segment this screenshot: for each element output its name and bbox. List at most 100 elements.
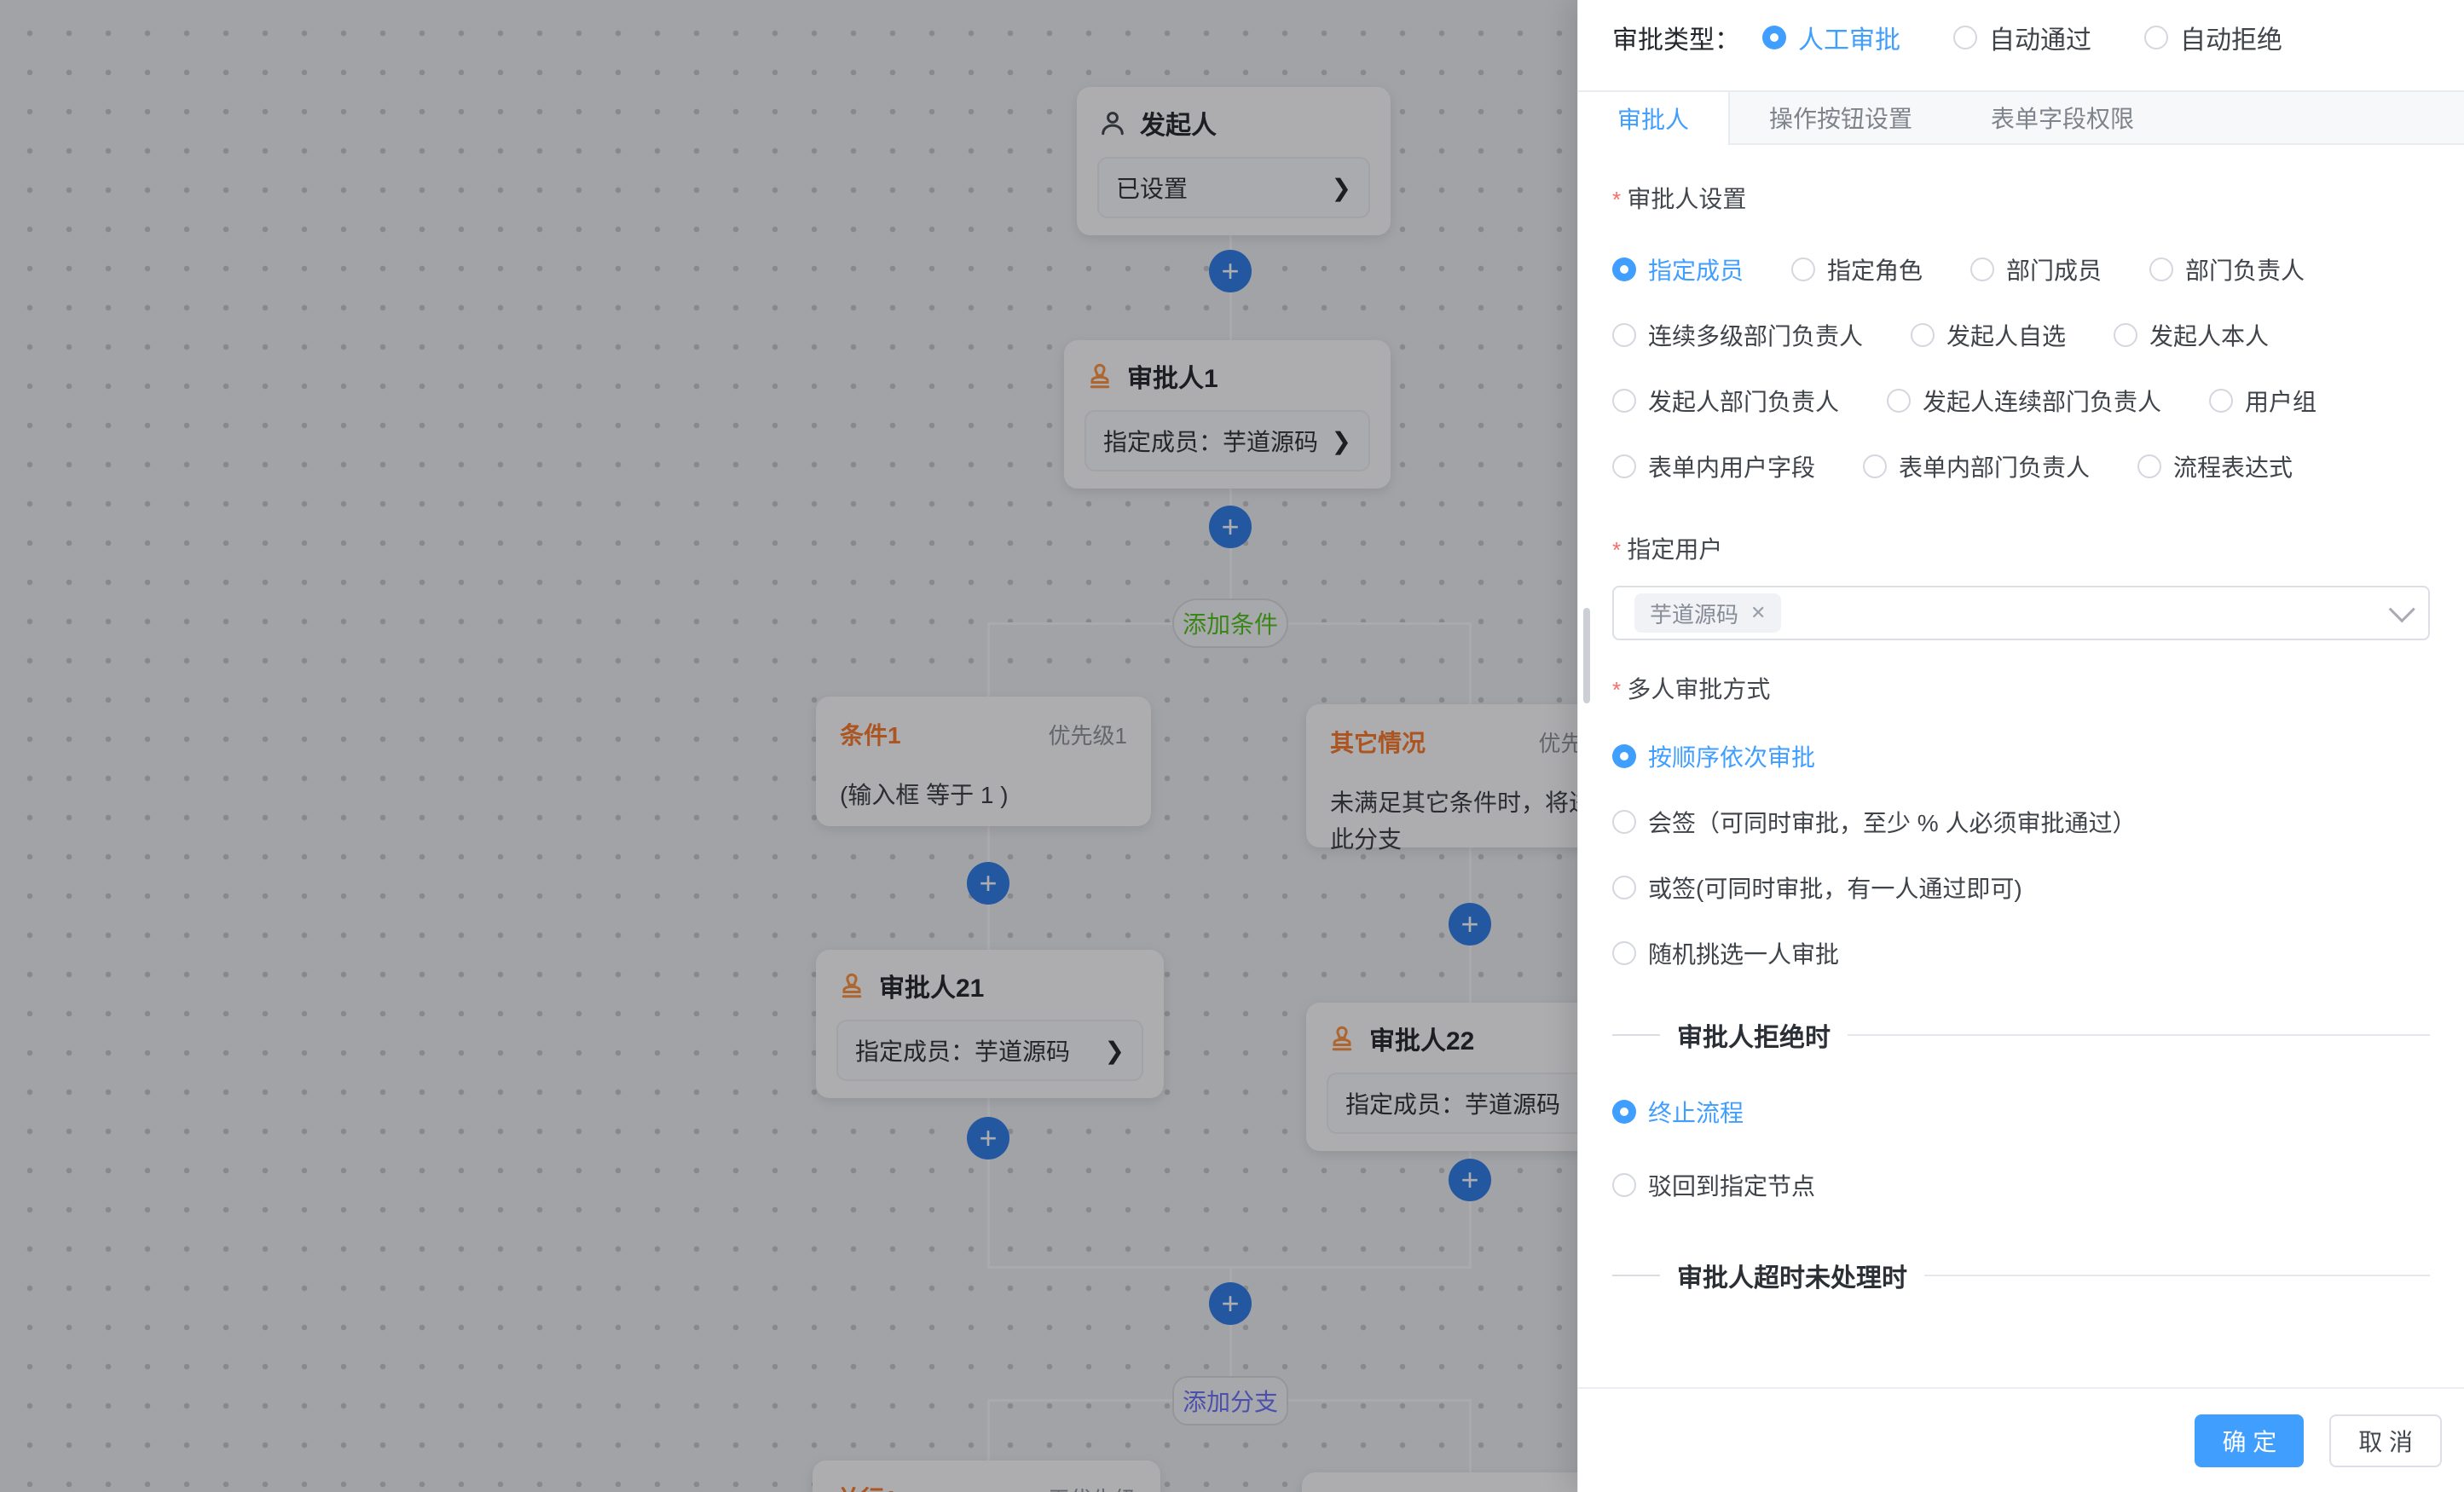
config-tab[interactable]: 操作按钮设置 [1730, 92, 1952, 143]
divider-line [1924, 1275, 2430, 1276]
radio-circle-icon [1612, 454, 1636, 478]
radio-label: 自动通过 [1989, 19, 2091, 56]
multi-approve-radio-group: 按顺序依次审批 会签（可同时审批，至少 % 人必须审批通过） 或签(可同时审批，… [1612, 739, 2430, 970]
radio-circle-icon [1612, 1173, 1636, 1197]
confirm-button[interactable]: 确 定 [2195, 1414, 2304, 1467]
tab-label: 操作按钮设置 [1769, 101, 1912, 135]
radio-label: 表单内部门负责人 [1899, 449, 2090, 483]
radio-label: 按顺序依次审批 [1648, 739, 1815, 773]
radio-circle-icon [1953, 26, 1977, 49]
panel-footer: 确 定 取 消 [1578, 1387, 2464, 1492]
approver-setting-option[interactable]: 部门成员 [1970, 252, 2102, 286]
approver-setting-option[interactable]: 发起人连续部门负责人 [1887, 384, 2161, 418]
timeout-section-divider: 审批人超时未处理时 [1612, 1257, 2430, 1294]
multi-approve-option[interactable]: 按顺序依次审批 [1612, 739, 2430, 773]
radio-label: 自动拒绝 [2180, 19, 2282, 56]
radio-circle-icon [1911, 323, 1935, 347]
radio-circle-icon [2144, 26, 2168, 49]
divider-line [1848, 1034, 2430, 1036]
radio-circle-icon [1970, 257, 1994, 281]
approver-setting-option[interactable]: 发起人自选 [1911, 318, 2066, 352]
radio-circle-icon [1612, 257, 1636, 281]
radio-label: 发起人自选 [1946, 318, 2066, 352]
radio-circle-icon [1863, 454, 1887, 478]
approver-setting-option[interactable]: 用户组 [2209, 384, 2317, 418]
radio-circle-icon [2209, 389, 2233, 413]
assign-user-select[interactable]: 芋道源码 ✕ [1612, 586, 2430, 640]
reject-option[interactable]: 驳回到指定节点 [1612, 1168, 2430, 1202]
approval-type-radio-group: 人工审批 自动通过 自动拒绝 [1762, 19, 2282, 56]
timeout-section-title: 审批人超时未处理时 [1677, 1257, 1907, 1294]
radio-circle-icon [2149, 257, 2173, 281]
radio-circle-icon [1612, 323, 1636, 347]
radio-label: 会签（可同时审批，至少 % 人必须审批通过） [1648, 805, 2136, 839]
divider-line [1612, 1275, 1660, 1276]
radio-label: 驳回到指定节点 [1648, 1168, 1815, 1202]
config-tab[interactable]: 表单字段权限 [1952, 92, 2173, 143]
approver-setting-option[interactable]: 表单内用户字段 [1612, 449, 1815, 483]
approver-setting-row3: 发起人部门负责人 发起人连续部门负责人 用户组 [1612, 384, 2430, 418]
approver-setting-option[interactable]: 指定成员 [1612, 252, 1744, 286]
tab-label: 审批人 [1617, 101, 1689, 136]
radio-label: 指定成员 [1648, 252, 1744, 286]
chevron-down-icon [2389, 596, 2415, 622]
config-tabs: 审批人 操作按钮设置 表单字段权限 [1578, 90, 2464, 145]
radio-label: 随机挑选一人审批 [1648, 936, 1839, 970]
radio-label: 连续多级部门负责人 [1648, 318, 1863, 352]
radio-circle-icon [2137, 454, 2161, 478]
approval-type-option[interactable]: 自动通过 [1953, 19, 2091, 56]
radio-label: 发起人部门负责人 [1648, 384, 1839, 418]
config-form: 审批人设置 指定成员 指定角色 部门成员 部门负责人 [1578, 145, 2464, 1319]
radio-label: 表单内用户字段 [1648, 449, 1815, 483]
config-tab[interactable]: 审批人 [1578, 92, 1730, 145]
radio-circle-icon [1612, 1100, 1636, 1124]
approver-setting-label: 审批人设置 [1612, 181, 2430, 215]
approver-setting-row4: 表单内用户字段 表单内部门负责人 流程表达式 [1612, 449, 2430, 483]
approver-setting-option[interactable]: 发起人本人 [2114, 318, 2269, 352]
radio-circle-icon [1762, 26, 1786, 49]
approval-type-label: 审批类型： [1612, 19, 1740, 56]
reject-section-divider: 审批人拒绝时 [1612, 1016, 2430, 1054]
scrollbar-thumb[interactable] [1583, 608, 1590, 703]
radio-circle-icon [1791, 257, 1815, 281]
approver-setting-option[interactable]: 发起人部门负责人 [1612, 384, 1839, 418]
approver-setting-row2: 连续多级部门负责人 发起人自选 发起人本人 [1612, 318, 2430, 352]
radio-label: 流程表达式 [2173, 449, 2293, 483]
multi-approve-label: 多人审批方式 [1612, 671, 2430, 705]
radio-circle-icon [1887, 389, 1911, 413]
multi-approve-option[interactable]: 随机挑选一人审批 [1612, 936, 2430, 970]
multi-approve-option[interactable]: 会签（可同时审批，至少 % 人必须审批通过） [1612, 805, 2430, 839]
approver-setting-option[interactable]: 指定角色 [1791, 252, 1923, 286]
multi-approve-option[interactable]: 或签(可同时审批，有一人通过即可) [1612, 870, 2430, 905]
approver-setting-row1: 指定成员 指定角色 部门成员 部门负责人 [1612, 252, 2430, 286]
radio-label: 部门成员 [2006, 252, 2102, 286]
radio-label: 发起人连续部门负责人 [1923, 384, 2161, 418]
reject-option[interactable]: 终止流程 [1612, 1095, 2430, 1129]
radio-label: 人工审批 [1798, 19, 1900, 56]
node-config-panel: 审批类型： 人工审批 自动通过 自动拒绝 审批人 操作按钮设置 表单字段权 [1577, 0, 2464, 1492]
cancel-button[interactable]: 取 消 [2329, 1414, 2442, 1467]
approval-type-option[interactable]: 人工审批 [1762, 19, 1900, 56]
radio-label: 指定角色 [1827, 252, 1923, 286]
radio-circle-icon [1612, 744, 1636, 768]
approver-setting-option[interactable]: 流程表达式 [2137, 449, 2293, 483]
divider-line [1612, 1034, 1660, 1036]
radio-circle-icon [2114, 323, 2137, 347]
selected-user-tag: 芋道源码 ✕ [1634, 593, 1781, 633]
reject-section-title: 审批人拒绝时 [1677, 1016, 1831, 1054]
approver-setting-option[interactable]: 表单内部门负责人 [1863, 449, 2090, 483]
radio-label: 发起人本人 [2149, 318, 2269, 352]
radio-label: 或签(可同时审批，有一人通过即可) [1648, 870, 2022, 905]
approval-type-row: 审批类型： 人工审批 自动通过 自动拒绝 [1578, 0, 2464, 56]
reject-radio-group: 终止流程 驳回到指定节点 [1612, 1095, 2430, 1202]
tab-label: 表单字段权限 [1991, 101, 2134, 135]
remove-tag-icon[interactable]: ✕ [1750, 602, 1766, 624]
approver-setting-option[interactable]: 部门负责人 [2149, 252, 2305, 286]
radio-label: 终止流程 [1648, 1095, 1744, 1129]
approval-type-option[interactable]: 自动拒绝 [2144, 19, 2282, 56]
radio-circle-icon [1612, 389, 1636, 413]
assign-user-label: 指定用户 [1612, 531, 2430, 565]
approver-setting-option[interactable]: 连续多级部门负责人 [1612, 318, 1863, 352]
radio-circle-icon [1612, 810, 1636, 834]
radio-circle-icon [1612, 941, 1636, 965]
